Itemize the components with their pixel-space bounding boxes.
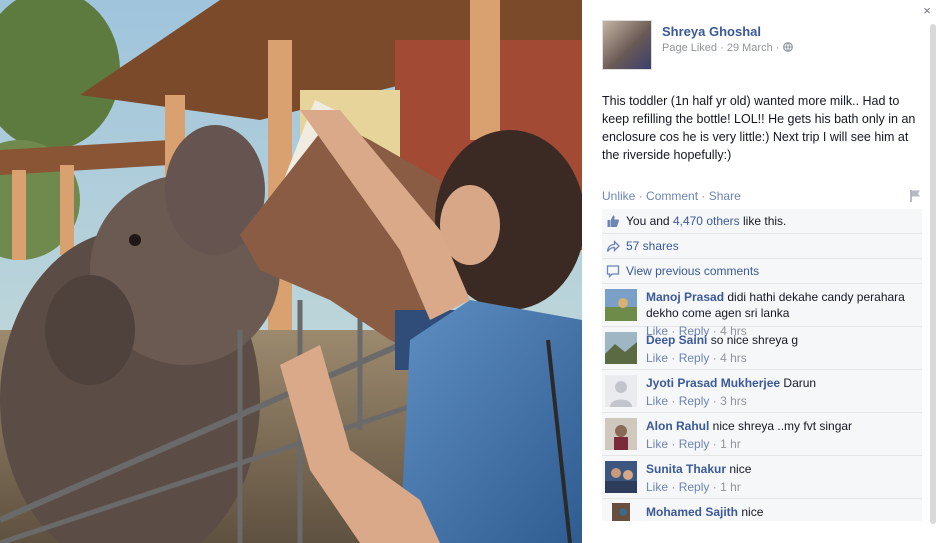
unlike-link[interactable]: Unlike xyxy=(602,189,635,203)
page-avatar[interactable] xyxy=(602,20,652,70)
meta-separator: · xyxy=(720,42,724,54)
avatar[interactable] xyxy=(605,375,637,407)
comment-text: nice xyxy=(741,505,764,519)
post-date[interactable]: 29 March xyxy=(727,42,773,54)
meta-separator: · xyxy=(671,437,676,451)
meta-separator: · xyxy=(671,351,676,365)
avatar[interactable] xyxy=(605,332,637,364)
comment-like-link[interactable]: Like xyxy=(646,437,668,451)
comment-text: nice shreya ..my fvt singar xyxy=(712,419,853,433)
comment-like-link[interactable]: Like xyxy=(646,351,668,365)
post-photo[interactable] xyxy=(0,0,582,543)
avatar[interactable] xyxy=(605,503,637,521)
comment-icon xyxy=(606,265,620,278)
likes-row: You and 4,470 others like this. xyxy=(602,209,922,234)
comment-meta: Like · Reply · 3 hrs xyxy=(646,393,916,409)
meta-separator: · xyxy=(671,394,676,408)
comment-reply-link[interactable]: Reply xyxy=(679,351,710,365)
comment-reply-link[interactable]: Reply xyxy=(679,437,710,451)
shares-link[interactable]: 57 shares xyxy=(626,239,679,253)
post-text: This toddler (1n half yr old) wanted mor… xyxy=(602,94,916,162)
close-icon[interactable]: × xyxy=(920,4,934,18)
comment-item: Sunita Thakur nice Like · Reply · 1 hr xyxy=(602,456,922,499)
action-separator: · xyxy=(701,189,706,203)
meta-separator: · xyxy=(712,394,717,408)
comment-meta: Like · Reply · 1 hr xyxy=(646,479,916,495)
comment-time[interactable]: 1 hr xyxy=(720,480,741,494)
post-actions: Unlike · Comment · Share xyxy=(602,189,922,203)
avatar[interactable] xyxy=(605,461,637,493)
comment-author[interactable]: Alon Rahul xyxy=(646,419,709,433)
share-link[interactable]: Share xyxy=(709,189,741,203)
comment-item: Deep Saini so nice shreya g Like · Reply… xyxy=(602,327,922,370)
comment-like-link[interactable]: Like xyxy=(646,480,668,494)
comment-item: Jyoti Prasad Mukherjee Darun Like · Repl… xyxy=(602,370,922,413)
scrollbar[interactable] xyxy=(930,24,936,524)
action-separator: · xyxy=(638,189,643,203)
likes-you-and: You and xyxy=(626,214,670,228)
comment-author[interactable]: Manoj Prasad xyxy=(646,290,724,304)
comment-meta: Like · Reply · 4 hrs xyxy=(646,350,916,366)
comment-author[interactable]: Jyoti Prasad Mukherjee xyxy=(646,376,780,390)
share-icon xyxy=(606,239,620,253)
comment-time[interactable]: 1 hr xyxy=(720,437,741,451)
comment-text: so nice shreya g xyxy=(710,333,799,347)
post-side-panel: × Shreya Ghoshal Page Liked · 29 March ·… xyxy=(582,0,940,543)
post-header: Shreya Ghoshal Page Liked · 29 March · xyxy=(602,20,912,72)
globe-icon[interactable] xyxy=(782,42,793,52)
page-name[interactable]: Shreya Ghoshal xyxy=(662,24,761,39)
meta-separator: · xyxy=(712,351,717,365)
meta-separator: · xyxy=(712,437,717,451)
comment-item: Alon Rahul nice shreya ..my fvt singar L… xyxy=(602,413,922,456)
comment-reply-link[interactable]: Reply xyxy=(679,394,710,408)
meta-separator: · xyxy=(671,480,676,494)
shares-row[interactable]: 57 shares xyxy=(602,234,922,259)
comment-meta: Like · Reply · 1 hr xyxy=(646,436,916,452)
avatar[interactable] xyxy=(605,418,637,450)
page-liked-label: Page Liked xyxy=(662,42,718,54)
thumbs-up-icon xyxy=(607,215,619,227)
comment-author[interactable]: Sunita Thakur xyxy=(646,462,726,476)
comment-text: Darun xyxy=(783,376,817,390)
comment-time[interactable]: 4 hrs xyxy=(720,351,747,365)
flag-icon[interactable] xyxy=(909,189,922,203)
comment-like-link[interactable]: Like xyxy=(646,394,668,408)
post-meta: Page Liked · 29 March · xyxy=(662,42,793,54)
comment-link[interactable]: Comment xyxy=(646,189,698,203)
comment-reply-link[interactable]: Reply xyxy=(679,480,710,494)
ufi-box: You and 4,470 others like this. 57 share… xyxy=(602,209,922,521)
comment-item: Mohamed Sajith nice xyxy=(602,499,922,521)
meta-separator: · xyxy=(712,480,717,494)
comment-time[interactable]: 3 hrs xyxy=(720,394,747,408)
meta-separator: · xyxy=(775,42,780,54)
comment-text: nice xyxy=(729,462,752,476)
comment-author[interactable]: Mohamed Sajith xyxy=(646,505,738,519)
comment-author[interactable]: Deep Saini xyxy=(646,333,707,347)
likes-others-link[interactable]: 4,470 others xyxy=(673,214,740,228)
likes-suffix: like this. xyxy=(743,214,787,228)
avatar[interactable] xyxy=(605,289,637,321)
view-previous-row[interactable]: View previous comments xyxy=(602,259,922,284)
view-previous-comments-link[interactable]: View previous comments xyxy=(626,264,759,278)
comment-item: Manoj Prasad didi hathi dekahe candy per… xyxy=(602,284,922,338)
photo-elephant-feeding xyxy=(0,0,582,543)
